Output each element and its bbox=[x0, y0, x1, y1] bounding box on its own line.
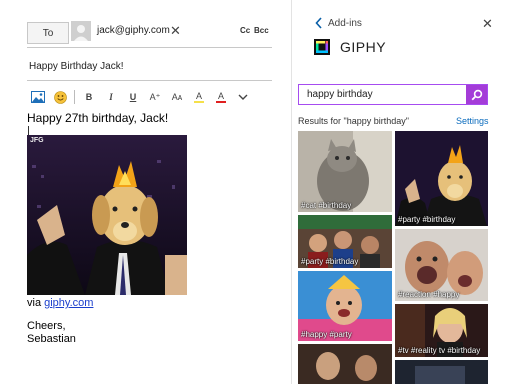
divider bbox=[27, 47, 272, 48]
gif-result-tile[interactable]: #happy #party bbox=[298, 271, 392, 341]
gif-tags: #party #birthday bbox=[398, 215, 456, 224]
italic-button[interactable]: I bbox=[100, 88, 122, 106]
font-color-button[interactable]: A bbox=[210, 88, 232, 106]
gif-tags: #reaction #happy bbox=[398, 290, 460, 299]
bold-button[interactable]: B bbox=[78, 88, 100, 106]
font-color-swatch bbox=[216, 100, 226, 103]
gif-watermark: JFG bbox=[30, 137, 44, 144]
search-input[interactable] bbox=[299, 85, 475, 104]
highlight-label: A bbox=[195, 90, 202, 101]
inserted-gif-image[interactable]: JFG bbox=[27, 135, 187, 295]
giphy-link[interactable]: giphy.com bbox=[44, 297, 93, 309]
gif-result-tile[interactable]: #party #birthday bbox=[298, 215, 392, 268]
more-options-chevron-icon[interactable] bbox=[232, 88, 254, 106]
font-color-label: A bbox=[217, 90, 224, 101]
gif-result-tile[interactable]: #tv #reality tv #birthday bbox=[395, 304, 488, 357]
cc-button[interactable]: Cc bbox=[240, 26, 250, 35]
gif-result-tile[interactable] bbox=[395, 360, 488, 384]
gif-tags: #party #birthday bbox=[301, 257, 359, 266]
highlight-swatch bbox=[194, 100, 204, 103]
giphy-logo-icon bbox=[313, 38, 331, 56]
subject-field[interactable]: Happy Birthday Jack! bbox=[29, 61, 124, 72]
signature-name: Sebastian bbox=[27, 333, 76, 345]
signature-block: Cheers, Sebastian bbox=[27, 320, 76, 346]
underline-button[interactable]: U bbox=[122, 88, 144, 106]
search-icon bbox=[471, 89, 482, 100]
via-line: via giphy.com bbox=[27, 297, 93, 309]
emoji-icon[interactable] bbox=[49, 88, 71, 106]
app-title: GIPHY bbox=[340, 39, 387, 55]
back-arrow-icon[interactable] bbox=[315, 17, 323, 32]
format-toolbar: B I U A⁺ Aᴀ A A bbox=[27, 88, 254, 106]
gif-result-tile[interactable]: #cat #birthday bbox=[298, 131, 392, 212]
grow-font-button[interactable]: A⁺ bbox=[144, 88, 166, 106]
search-box bbox=[298, 84, 488, 105]
results-label: Results for "happy birthday" bbox=[298, 116, 409, 126]
remove-recipient-icon[interactable]: ✕ bbox=[170, 23, 181, 39]
recipient-email[interactable]: jack@giphy.com bbox=[97, 25, 170, 36]
shrink-font-button[interactable]: Aᴀ bbox=[166, 88, 188, 106]
gif-result-tile[interactable]: #party #birthday bbox=[395, 131, 488, 226]
highlight-button[interactable]: A bbox=[188, 88, 210, 106]
to-button[interactable]: To bbox=[27, 22, 69, 44]
bcc-button[interactable]: Bcc bbox=[254, 26, 269, 35]
gif-tags: #cat #birthday bbox=[301, 201, 352, 210]
via-label: via bbox=[27, 297, 45, 309]
signoff-text: Cheers, bbox=[27, 320, 66, 332]
toolbar-separator bbox=[74, 90, 75, 104]
settings-link[interactable]: Settings bbox=[456, 116, 489, 126]
gif-result-tile[interactable] bbox=[298, 344, 392, 384]
divider bbox=[27, 80, 272, 81]
search-button[interactable] bbox=[466, 85, 487, 104]
compose-pane: To jack@giphy.com ✕ Cc Bcc Happy Birthda… bbox=[0, 0, 290, 384]
message-body-text[interactable]: Happy 27th birthday, Jack! bbox=[27, 111, 168, 125]
recipient-avatar bbox=[71, 21, 91, 41]
gif-result-tile[interactable]: #reaction #happy bbox=[395, 229, 488, 301]
gif-tags: #happy #party bbox=[301, 330, 352, 339]
close-icon[interactable]: ✕ bbox=[482, 16, 493, 32]
gif-tags: #tv #reality tv #birthday bbox=[398, 346, 481, 355]
addins-header: Add-ins bbox=[328, 18, 362, 29]
insert-picture-icon[interactable] bbox=[27, 88, 49, 106]
